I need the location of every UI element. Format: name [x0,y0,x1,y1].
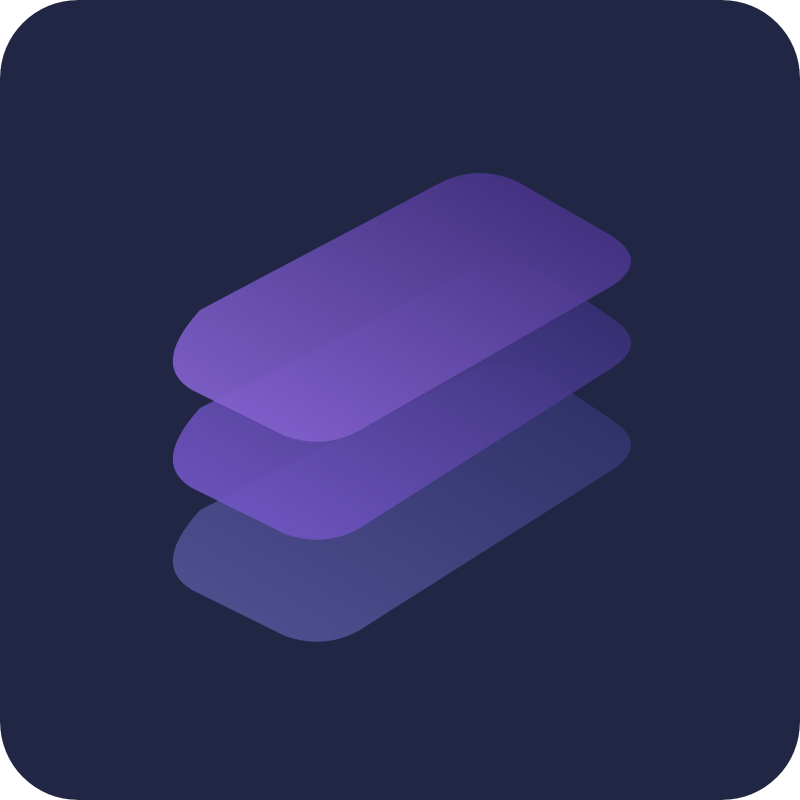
stacked-layers-icon [0,0,800,800]
app-icon [0,0,800,800]
